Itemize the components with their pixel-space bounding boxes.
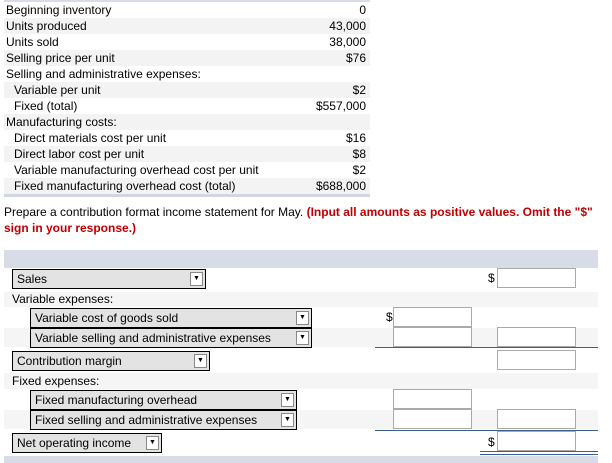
given-row: Selling price per unit $76 [4,50,370,66]
given-label: Units sold [6,35,59,49]
chevron-down-icon: ▼ [281,413,294,427]
dollar-sign: $ [488,435,495,449]
chevron-down-icon: ▼ [281,393,294,407]
footer-band [4,456,598,463]
select-value: Variable cost of goods sold [35,311,179,325]
given-label: Direct labor cost per unit [14,147,145,161]
given-row: Units produced 43,000 [4,18,370,34]
dollar-sign: $ [386,310,393,324]
subtotal-line [375,347,598,348]
given-row: Variable per unit $2 [4,82,370,98]
given-value: 0 [359,3,366,17]
given-value: $8 [352,147,366,161]
given-value: 38,000 [329,35,366,49]
variable-cogs-input[interactable] [393,307,472,327]
chevron-down-icon: ▼ [296,331,309,345]
total-variable-input[interactable] [497,327,576,347]
given-value: $557,000 [315,99,366,113]
fixed-mfg-overhead-select[interactable]: Fixed manufacturing overhead ▼ [30,390,297,410]
given-label: Fixed manufacturing overhead cost (total… [14,179,236,193]
net-operating-income-select[interactable]: Net operating income ▼ [12,433,162,453]
given-label: Variable manufacturing overhead cost per… [14,163,259,177]
given-label: Beginning inventory [6,3,112,17]
given-label: Fixed (total) [14,99,78,113]
given-label: Variable per unit [14,83,101,97]
sales-select[interactable]: Sales ▼ [12,269,206,289]
given-row: Direct materials cost per unit $16 [4,130,370,146]
select-value: Contribution margin [17,354,122,368]
chevron-down-icon: ▼ [146,436,159,450]
select-value: Fixed manufacturing overhead [35,393,198,407]
given-value: 43,000 [329,19,366,33]
given-value: $688,000 [315,179,366,193]
fixed-mfg-overhead-input[interactable] [393,389,472,409]
given-label: Direct materials cost per unit [14,131,167,145]
select-value: Fixed selling and administrative expense… [35,413,258,427]
given-value: $2 [352,83,366,97]
given-label: Selling price per unit [6,51,115,65]
double-underline [480,451,598,452]
given-value: $76 [345,51,366,65]
given-row: Units sold 38,000 [4,34,370,50]
given-label: Units produced [6,19,87,33]
instructions: Prepare a contribution format income sta… [4,204,610,236]
variable-sa-input[interactable] [393,327,472,347]
given-label: Manufacturing costs: [6,115,117,129]
chevron-down-icon: ▼ [194,354,207,368]
given-row: Fixed manufacturing overhead cost (total… [4,178,370,194]
given-label: Selling and administrative expenses: [6,67,201,81]
chevron-down-icon: ▼ [296,311,309,325]
given-row: Selling and administrative expenses: [4,66,370,82]
dollar-sign: $ [488,271,495,285]
given-value: $2 [352,163,366,177]
contribution-margin-select[interactable]: Contribution margin ▼ [12,351,210,371]
given-value: $16 [345,131,366,145]
contribution-margin-input[interactable] [497,350,576,370]
given-row: Direct labor cost per unit $8 [4,146,370,162]
sales-input[interactable] [497,268,576,288]
variable-expenses-label: Variable expenses: [12,292,114,306]
select-value: Net operating income [17,436,132,450]
instruction-text: Prepare a contribution format income sta… [4,205,304,219]
variable-sa-select[interactable]: Variable selling and administrative expe… [30,328,312,348]
given-row: Fixed (total) $557,000 [4,98,370,114]
select-value: Sales [17,272,48,286]
variable-cogs-select[interactable]: Variable cost of goods sold ▼ [30,308,312,328]
given-row: Beginning inventory 0 [4,2,370,18]
double-underline [480,454,598,455]
given-data-table: Beginning inventory 0 Units produced 43,000… [4,0,370,197]
chevron-down-icon: ▼ [190,272,203,286]
fixed-sa-select[interactable]: Fixed selling and administrative expense… [30,410,297,430]
net-operating-income-input[interactable] [497,431,576,451]
given-row: Manufacturing costs: [4,114,370,130]
fixed-expenses-label: Fixed expenses: [12,374,100,388]
total-fixed-input[interactable] [497,409,576,429]
select-value: Variable selling and administrative expe… [35,331,271,345]
header-band [4,250,598,268]
fixed-sa-input[interactable] [393,409,472,429]
given-row: Variable manufacturing overhead cost per… [4,162,370,178]
